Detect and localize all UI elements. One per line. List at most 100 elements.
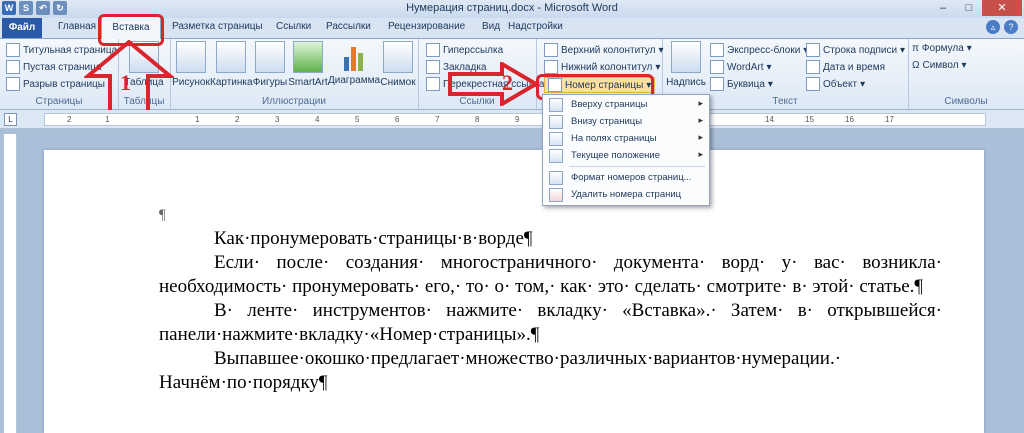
menu-item-current-position[interactable]: Текущее положение ▸ [543,147,709,164]
close-button[interactable]: ✕ [982,0,1022,16]
header-label: Верхний колонтитул [561,44,656,56]
screenshot-button[interactable]: Снимок [378,41,418,88]
picture-label: Рисунок [172,77,210,88]
menu-item-top-of-page[interactable]: Вверху страницы ▸ [543,96,709,113]
paragraph-2: В· ленте· инструментов· нажмите· вкладку… [159,300,942,345]
object-label: Объект [823,78,858,90]
tab-selector[interactable]: L [4,113,17,126]
tab-references[interactable]: Ссылки [276,21,311,32]
wordart-label: WordArt [727,61,764,73]
picture-icon [176,41,206,73]
vertical-ruler [4,134,17,433]
chevron-down-icon: ▾ [900,44,906,56]
footer-button[interactable]: Нижний колонтитул ▾ [544,60,660,74]
ruler-bar[interactable]: 2 1 1 2 3 4 5 6 7 8 9 14 15 16 17 [44,113,986,126]
right-arrow-annotation [448,62,540,106]
textbox-label: Надпись [666,77,706,88]
document-page[interactable]: ¶ Как·пронумеровать·страницы·в·ворде¶ Ес… [44,150,984,433]
tab-view[interactable]: Вид [482,21,500,32]
chart-label: Диаграмма [328,75,381,86]
annotation-number-2: 2 [502,70,513,95]
calendar-icon [806,60,820,74]
chart-icon [339,41,367,71]
symbol-label: Символ [922,60,959,71]
chevron-down-icon: ▾ [860,78,866,90]
help-icon[interactable]: ? [1004,20,1018,34]
tab-file[interactable]: Файл [2,18,42,38]
menu-item-label: Вверху страницы [571,99,648,110]
menu-item-page-margins[interactable]: На полях страницы ▸ [543,130,709,147]
picture-button[interactable]: Рисунок [172,41,210,88]
equation-label: Формула [921,43,964,54]
chart-button[interactable]: Диаграмма [328,41,381,86]
format-page-numbers-icon [549,171,563,185]
ruler-mark: 15 [805,115,814,124]
chevron-down-icon: ▾ [655,61,661,73]
symbol-button[interactable]: Ω Символ ▾ [912,60,967,71]
chevron-right-icon: ▸ [698,115,703,125]
horizontal-ruler: L 2 1 1 2 3 4 5 6 7 8 9 14 15 16 17 [0,110,1024,129]
chevron-right-icon: ▸ [698,149,703,159]
ruler-mark: 1 [105,115,110,124]
paragraph-3: Выпавшее·окошко·предлагает·множество·раз… [159,348,842,393]
hyperlink-button[interactable]: Гиперссылка [426,43,503,57]
menu-item-format-page-numbers[interactable]: Формат номеров страниц... [543,169,709,186]
ribbon-collapse-icon[interactable]: ▵ [986,20,1000,34]
tab-home[interactable]: Главная [58,21,96,32]
document-body[interactable]: ¶ Как·пронумеровать·страницы·в·ворде¶ Ес… [159,203,942,395]
group-illustrations-label: Иллюстрации [262,96,326,107]
wordart-button[interactable]: WordArt ▾ [710,60,772,74]
ruler-mark: 17 [885,115,894,124]
group-symbols-label: Символы [944,96,988,107]
signature-line-button[interactable]: Строка подписи ▾ [806,43,905,57]
dropcap-button[interactable]: Буквица ▾ [710,77,773,91]
tab-addins[interactable]: Надстройки [508,21,563,32]
signature-label: Строка подписи [823,44,898,56]
ruler-mark: 5 [355,115,360,124]
paragraph-heading: Как·пронумеровать·страницы·в·ворде¶ [214,228,533,249]
ruler-mark: 9 [515,115,520,124]
quickparts-button[interactable]: Экспресс-блоки▾ [710,43,808,57]
header-button[interactable]: Верхний колонтитул ▾ [544,43,664,57]
clipart-label: Картинка [210,77,253,88]
header-icon [544,43,558,57]
ruler-mark: 14 [765,115,774,124]
menu-item-remove-page-numbers[interactable]: Удалить номера страниц [543,186,709,203]
remove-page-numbers-icon [549,188,563,202]
top-of-page-icon [549,98,563,112]
chevron-right-icon: ▸ [698,132,703,142]
datetime-button[interactable]: Дата и время [806,60,885,74]
textbox-icon [671,41,701,73]
page-margins-icon [549,132,563,146]
current-position-icon [549,149,563,163]
quickparts-label: Экспресс-блоки [727,44,801,56]
tab-mailings[interactable]: Рассылки [326,21,371,32]
page-break-icon [6,77,20,91]
footer-label: Нижний колонтитул [561,61,653,73]
screenshot-icon [383,41,413,73]
menu-item-label: Внизу страницы [571,116,643,127]
footer-icon [544,60,558,74]
equation-button[interactable]: π Формула ▾ [912,43,972,54]
chevron-right-icon: ▸ [698,98,703,108]
empty-paragraph: ¶ [159,207,166,223]
object-button[interactable]: Объект ▾ [806,77,865,91]
pi-icon: π [912,43,919,54]
smartart-button[interactable]: SmartArt [288,41,328,88]
maximize-button[interactable]: □ [956,0,982,16]
minimize-button[interactable]: – [930,0,956,16]
shapes-button[interactable]: Фигуры [252,41,288,88]
signature-icon [806,43,820,57]
clipart-icon [216,41,246,73]
textbox-button[interactable]: Надпись [666,41,706,88]
menu-item-bottom-of-page[interactable]: Внизу страницы ▸ [543,113,709,130]
bottom-of-page-icon [549,115,563,129]
tab-review[interactable]: Рецензирование [388,21,465,32]
window-title: Нумерация страниц.docx - Microsoft Word [406,2,618,14]
smartart-label: SmartArt [288,77,328,88]
page-number-dropdown: Вверху страницы ▸ Внизу страницы ▸ На поля… [542,94,710,206]
tab-page-layout[interactable]: Разметка страницы [172,21,263,32]
ruler-mark: 1 [195,115,200,124]
clipart-button[interactable]: Картинка [210,41,253,88]
omega-icon: Ω [912,60,920,71]
